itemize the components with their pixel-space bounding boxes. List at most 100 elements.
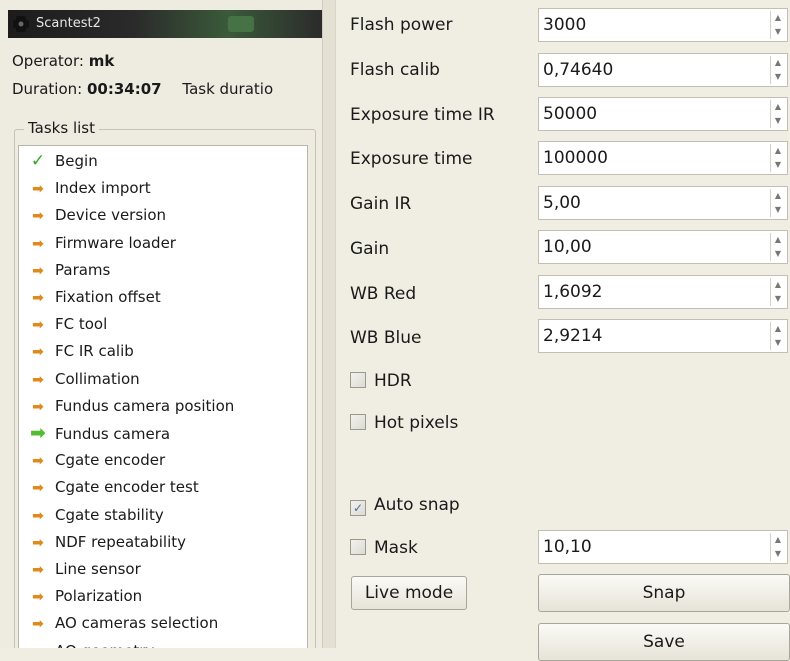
window-titlebar[interactable]: Scantest2 bbox=[8, 10, 322, 38]
task-item[interactable]: ➡ Params bbox=[27, 258, 110, 282]
task-item[interactable]: ➡ Index import bbox=[27, 176, 150, 200]
hot-pixels-checkbox[interactable] bbox=[350, 414, 366, 430]
task-item[interactable]: ➡ Cgate encoder bbox=[27, 448, 165, 472]
wb-red-spin-arrows[interactable]: ▲ ▼ bbox=[770, 278, 785, 306]
spin-up-icon[interactable]: ▲ bbox=[771, 11, 785, 25]
snap-button[interactable]: Snap bbox=[538, 574, 790, 612]
gain-ir-input[interactable]: 5,00 ▲ ▼ bbox=[538, 186, 788, 220]
task-item[interactable]: ✓ Begin bbox=[27, 149, 98, 173]
hdr-label: HDR bbox=[374, 371, 412, 391]
mask-checkbox[interactable] bbox=[350, 539, 366, 555]
gain-ir-spin-arrows[interactable]: ▲ ▼ bbox=[770, 189, 785, 217]
spin-up-icon[interactable]: ▲ bbox=[771, 144, 785, 158]
flash-calib-input[interactable]: 0,74640 ▲ ▼ bbox=[538, 53, 788, 87]
wb-red-value: 1,6092 bbox=[543, 282, 603, 302]
operator-label: Operator: bbox=[12, 52, 84, 70]
task-item-label: AO cameras selection bbox=[55, 614, 219, 633]
gain-value: 10,00 bbox=[543, 237, 592, 257]
gain-ir-value: 5,00 bbox=[543, 193, 581, 213]
spin-up-icon[interactable]: ▲ bbox=[771, 189, 785, 203]
task-item-label: NDF repeatability bbox=[55, 532, 187, 551]
exposure-time-spin-arrows[interactable]: ▲ ▼ bbox=[770, 144, 785, 172]
spin-down-icon[interactable]: ▼ bbox=[771, 336, 785, 350]
mask-option[interactable]: Mask bbox=[350, 536, 418, 560]
task-item[interactable]: ➡ Cgate stability bbox=[27, 503, 164, 527]
app-logo-icon bbox=[12, 15, 30, 44]
wb-blue-value: 2,9214 bbox=[543, 326, 603, 346]
spin-down-icon[interactable]: ▼ bbox=[771, 203, 785, 217]
wb-blue-spin-arrows[interactable]: ▲ ▼ bbox=[770, 322, 785, 350]
gain-label: Gain bbox=[350, 239, 390, 259]
exposure-time-ir-input[interactable]: 50000 ▲ ▼ bbox=[538, 97, 788, 131]
auto-snap-checkbox[interactable]: ✓ bbox=[350, 500, 366, 516]
arrow-right-icon: ➡ bbox=[32, 290, 44, 306]
task-item[interactable]: ➡ Cgate encoder test bbox=[27, 475, 199, 499]
arrow-right-icon: ➡ bbox=[32, 262, 44, 279]
arrow-right-icon: ➡ bbox=[32, 344, 44, 361]
auto-snap-option[interactable]: ✓ Auto snap bbox=[350, 493, 460, 517]
task-item[interactable]: ➡ Device version bbox=[27, 203, 166, 227]
task-item[interactable]: ➡ Polarization bbox=[27, 584, 142, 608]
arrow-right-icon: ➡ bbox=[32, 616, 44, 633]
flash-calib-spin-arrows[interactable]: ▲ ▼ bbox=[770, 56, 785, 84]
spin-up-icon[interactable]: ▲ bbox=[771, 278, 785, 292]
arrow-right-icon: ➡ bbox=[32, 480, 44, 497]
hdr-checkbox[interactable] bbox=[350, 372, 366, 388]
hdr-option[interactable]: HDR bbox=[350, 369, 412, 393]
arrow-right-icon: ➡ bbox=[32, 507, 44, 524]
spin-down-icon[interactable]: ▼ bbox=[771, 247, 785, 261]
gain-spin-arrows[interactable]: ▲ ▼ bbox=[770, 233, 785, 261]
tasks-list-legend: Tasks list bbox=[24, 119, 99, 137]
spin-down-icon[interactable]: ▼ bbox=[771, 547, 785, 561]
spin-down-icon[interactable]: ▼ bbox=[771, 70, 785, 84]
task-item-label: Fundus camera bbox=[55, 425, 171, 443]
task-item[interactable]: ➡ Line sensor bbox=[27, 557, 141, 581]
duration-label: Duration: bbox=[12, 80, 83, 98]
duration-value: 00:34:07 bbox=[86, 80, 162, 98]
wb-red-input[interactable]: 1,6092 ▲ ▼ bbox=[538, 275, 788, 309]
flash-power-spin-arrows[interactable]: ▲ ▼ bbox=[770, 11, 785, 39]
gain-input[interactable]: 10,00 ▲ ▼ bbox=[538, 230, 788, 264]
mask-spin-arrows[interactable]: ▲ ▼ bbox=[770, 533, 785, 561]
task-item[interactable]: ➡ FC tool bbox=[27, 312, 107, 336]
check-icon: ✓ bbox=[30, 151, 46, 171]
spin-up-icon[interactable]: ▲ bbox=[771, 322, 785, 336]
task-item[interactable]: ➡ AO geometry bbox=[27, 639, 154, 648]
gain-ir-label: Gain IR bbox=[350, 194, 412, 214]
spin-up-icon[interactable]: ▲ bbox=[771, 233, 785, 247]
flash-calib-label: Flash calib bbox=[350, 60, 440, 80]
task-item[interactable]: ➡ Firmware loader bbox=[27, 231, 176, 255]
arrow-right-icon: ➡ bbox=[32, 398, 44, 415]
task-item[interactable]: ➡ Fundus camera bbox=[27, 421, 170, 445]
flash-power-label: Flash power bbox=[350, 15, 453, 35]
spin-up-icon[interactable]: ▲ bbox=[771, 56, 785, 70]
task-duration-label: Task duratio bbox=[182, 80, 274, 98]
spin-up-icon[interactable]: ▲ bbox=[771, 100, 785, 114]
task-item[interactable]: ➡ FC IR calib bbox=[27, 339, 134, 363]
hot-pixels-option[interactable]: Hot pixels bbox=[350, 411, 458, 435]
task-item-label: Params bbox=[55, 260, 111, 279]
exposure-time-ir-spin-arrows[interactable]: ▲ ▼ bbox=[770, 100, 785, 128]
live-mode-button[interactable]: Live mode bbox=[351, 576, 467, 610]
task-item[interactable]: ➡ AO cameras selection bbox=[27, 611, 218, 635]
exposure-time-input[interactable]: 100000 ▲ ▼ bbox=[538, 141, 788, 175]
tasks-list[interactable]: ✓ Begin ➡ Index import ➡ Device version ➡ Firmw… bbox=[18, 145, 308, 648]
spin-down-icon[interactable]: ▼ bbox=[771, 114, 785, 128]
auto-snap-label: Auto snap bbox=[374, 495, 460, 515]
save-button[interactable]: Save bbox=[538, 623, 790, 661]
spin-down-icon[interactable]: ▼ bbox=[771, 25, 785, 39]
wb-red-label: WB Red bbox=[350, 284, 417, 304]
task-item[interactable]: ➡ NDF repeatability bbox=[27, 530, 186, 554]
spin-down-icon[interactable]: ▼ bbox=[771, 158, 785, 172]
task-item[interactable]: ➡ Fixation offset bbox=[27, 285, 161, 309]
splitter-handle[interactable] bbox=[322, 0, 336, 648]
spin-up-icon[interactable]: ▲ bbox=[771, 533, 785, 547]
task-item-label: Polarization bbox=[55, 587, 143, 606]
task-item[interactable]: ➡ Fundus camera position bbox=[27, 394, 234, 418]
spin-down-icon[interactable]: ▼ bbox=[771, 292, 785, 306]
left-pane: Scantest2 Operator: mk Duration: 00:34:0… bbox=[0, 0, 322, 648]
wb-blue-input[interactable]: 2,9214 ▲ ▼ bbox=[538, 319, 788, 353]
mask-input[interactable]: 10,10 ▲ ▼ bbox=[538, 530, 788, 564]
flash-power-input[interactable]: 3000 ▲ ▼ bbox=[538, 8, 788, 42]
task-item[interactable]: ➡ Collimation bbox=[27, 367, 140, 391]
